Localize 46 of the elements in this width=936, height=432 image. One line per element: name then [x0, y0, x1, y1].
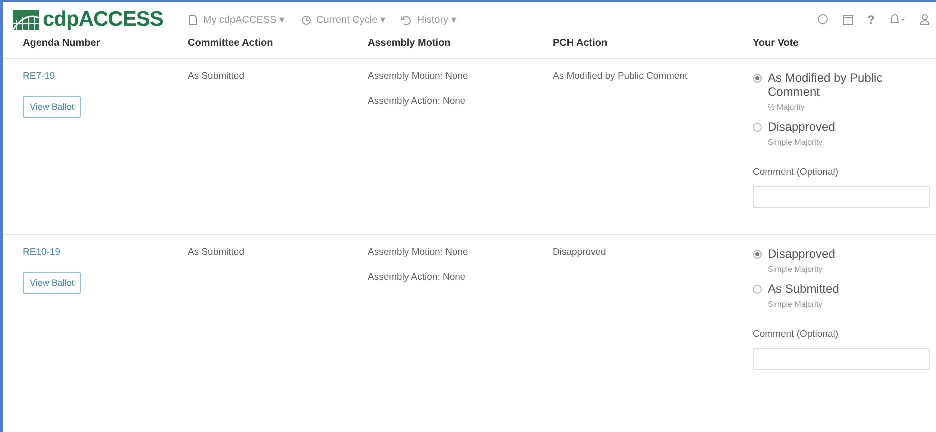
radio-button[interactable]: [753, 250, 762, 259]
comment-label: Comment (Optional): [753, 329, 839, 340]
radio-button[interactable]: [753, 123, 762, 132]
vote-option[interactable]: As Submitted: [768, 282, 913, 296]
table-cell: Assembly Action: None: [368, 96, 466, 107]
comment-label: Comment (Optional): [753, 167, 839, 178]
table-cell: Assembly Action: None: [368, 272, 466, 283]
logo-icon: [13, 10, 39, 30]
view-ballot-button[interactable]: View Ballot: [23, 272, 82, 294]
majority-note: Simple Majority: [768, 265, 824, 274]
nav-menu[interactable]: My cdpACCESS ▾: [203, 14, 284, 26]
brand-name[interactable]: cdpACCESS: [43, 8, 164, 32]
majority-note: ⅔ Majority: [768, 103, 806, 112]
help-button[interactable]: ?: [868, 13, 875, 27]
agenda-link[interactable]: RE7-19: [23, 71, 56, 82]
user-icon[interactable]: [920, 14, 930, 26]
table-cell: As Submitted: [188, 247, 244, 258]
table-cell: As Submitted: [188, 71, 244, 82]
column-header: Your Vote: [753, 38, 800, 49]
agenda-link[interactable]: RE10-19: [23, 247, 60, 258]
radio-button[interactable]: [753, 285, 762, 294]
comment-field[interactable]: [753, 186, 930, 208]
vote-option[interactable]: Disapproved: [768, 247, 913, 261]
table-cell: Assembly Motion: None: [368, 71, 468, 82]
majority-note: Simple Majority: [768, 138, 824, 147]
column-header: Agenda Number: [22, 38, 102, 49]
view-ballot-button[interactable]: View Ballot: [23, 96, 82, 118]
majority-note: Simple Majority: [768, 300, 824, 309]
column-header: Committee Action: [188, 38, 274, 49]
bell-icon[interactable]: [889, 14, 906, 26]
vote-option[interactable]: Disapproved: [768, 120, 913, 134]
table-cell: Disapproved: [553, 247, 606, 258]
column-header: PCH Action: [553, 38, 609, 49]
table-cell: As Modified by Public Comment: [553, 71, 688, 82]
nav-menu[interactable]: Current Cycle ▾: [316, 14, 386, 26]
column-header: Assembly Motion: [368, 38, 452, 49]
chat-icon[interactable]: [816, 14, 829, 26]
history-icon: [401, 14, 412, 26]
radio-button[interactable]: [753, 74, 762, 83]
comment-field[interactable]: [753, 348, 930, 370]
vote-option[interactable]: As Modified by Public Comment: [768, 71, 913, 99]
nav-menu[interactable]: History ▾: [417, 14, 456, 26]
document-icon: [189, 14, 198, 26]
cycle-icon: [300, 14, 312, 26]
calendar-icon[interactable]: [842, 14, 854, 26]
table-cell: Assembly Motion: None: [368, 247, 468, 258]
